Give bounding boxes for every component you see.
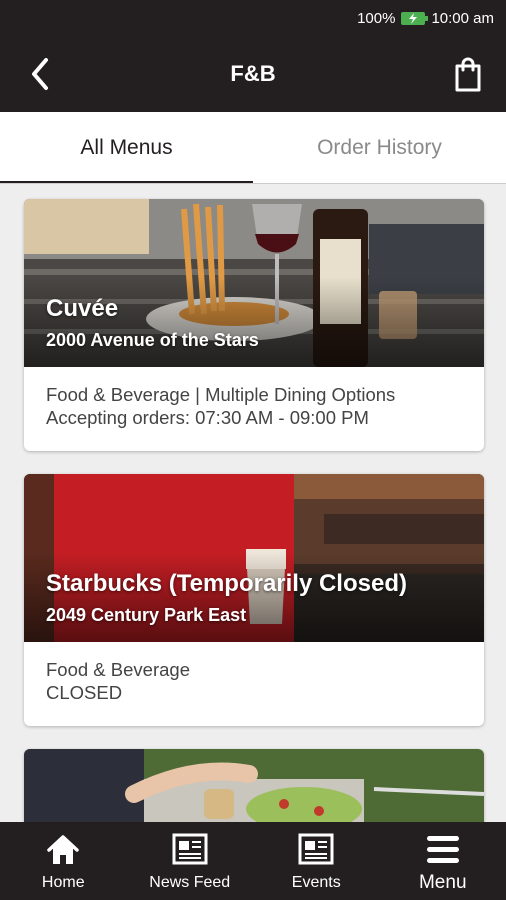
nav-news-feed-label: News Feed	[149, 874, 231, 891]
newspaper-icon	[298, 833, 334, 865]
venue-status: CLOSED	[46, 682, 123, 703]
nav-menu[interactable]: Menu	[380, 822, 506, 900]
nav-home-label: Home	[41, 874, 85, 891]
page-title: F&B	[230, 61, 276, 86]
venue-address: 2000 Avenue of the Stars	[46, 330, 259, 350]
venue-photo: Cuvée 2000 Avenue of the Stars	[24, 199, 484, 367]
home-icon	[47, 835, 79, 864]
venue-category: Food & Beverage	[46, 659, 190, 680]
venue-address: 2049 Century Park East	[46, 605, 247, 625]
tab-all-menus[interactable]: All Menus	[0, 112, 253, 184]
battery-percent: 100%	[357, 9, 396, 27]
battery-charging-icon	[401, 11, 429, 25]
nav-home[interactable]: Home	[0, 822, 127, 900]
nav-events[interactable]: Events	[253, 822, 380, 900]
hamburger-menu-icon	[426, 836, 459, 863]
nav-menu-label: Menu	[418, 872, 467, 893]
back-button[interactable]	[24, 56, 60, 92]
venue-name: Starbucks (Temporarily Closed)	[46, 570, 407, 597]
tab-order-history[interactable]: Order History	[253, 112, 506, 184]
app-bar: F&B	[0, 36, 506, 112]
nav-events-label: Events	[291, 874, 341, 891]
clock: 10:00 am	[431, 9, 494, 27]
bottom-nav: Home News Feed Events Menu	[0, 822, 506, 900]
nav-news-feed[interactable]: News Feed	[127, 822, 254, 900]
venue-card[interactable]: Cuvée 2000 Avenue of the Stars Food & Be…	[24, 199, 484, 451]
venue-details: Food & Beverage CLOSED	[24, 642, 484, 726]
tab-bar: All Menus Order History	[0, 112, 506, 184]
venue-photo: Starbucks (Temporarily Closed) 2049 Cent…	[24, 474, 484, 642]
shopping-bag-icon	[455, 57, 481, 92]
cart-button[interactable]	[448, 54, 488, 94]
venue-name: Cuvée	[46, 295, 119, 322]
venue-card[interactable]: Starbucks (Temporarily Closed) 2049 Cent…	[24, 474, 484, 726]
venue-list[interactable]: Cuvée 2000 Avenue of the Stars Food & Be…	[0, 184, 506, 822]
chevron-left-icon	[32, 58, 48, 90]
venue-status: Accepting orders: 07:30 AM - 09:00 PM	[46, 407, 369, 428]
venue-details: Food & Beverage | Multiple Dining Option…	[24, 367, 484, 451]
newspaper-icon	[172, 833, 208, 865]
status-bar: 100% 10:00 am	[0, 0, 506, 36]
venue-photo	[24, 749, 484, 822]
venue-card[interactable]	[24, 749, 484, 822]
venue-category: Food & Beverage | Multiple Dining Option…	[46, 384, 396, 405]
